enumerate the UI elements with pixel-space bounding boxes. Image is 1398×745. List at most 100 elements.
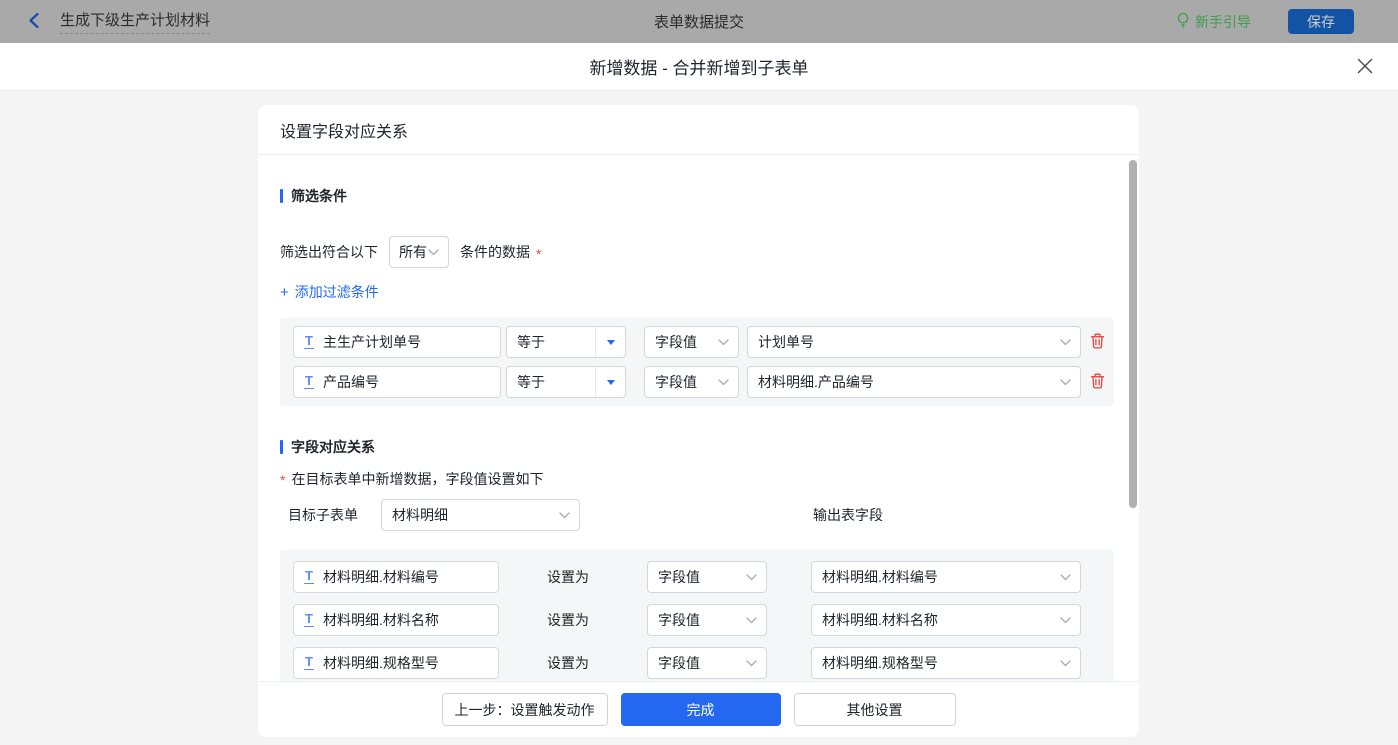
text-field-icon: T bbox=[304, 570, 314, 584]
chevron-down-icon bbox=[746, 660, 757, 667]
card-footer: 上一步：设置触发动作 完成 其他设置 bbox=[258, 681, 1139, 737]
operator-value: 等于 bbox=[507, 332, 595, 352]
value-type-value: 字段值 bbox=[645, 332, 718, 352]
section-accent-bar bbox=[280, 189, 283, 203]
compare-value-select[interactable]: 计划单号 bbox=[747, 326, 1081, 358]
filter-row: T 主生产计划单号 等于 字段值 计划单号 bbox=[293, 326, 1114, 358]
lightbulb-icon bbox=[1176, 12, 1190, 32]
mapping-section-heading: 字段对应关系 bbox=[280, 437, 1139, 457]
value-type-select[interactable]: 字段值 bbox=[644, 366, 739, 398]
filter-sentence: 筛选出符合以下 所有 条件的数据 * bbox=[280, 236, 1139, 268]
filter-field-select[interactable]: T 产品编号 bbox=[293, 366, 501, 398]
output-fields-label: 输出表字段 bbox=[813, 505, 883, 525]
required-asterisk: * bbox=[536, 246, 541, 262]
mapping-field-select[interactable]: T 材料明细.规格型号 bbox=[293, 647, 499, 679]
mapping-field-select[interactable]: T 材料明细.材料编号 bbox=[293, 561, 499, 593]
filter-section-heading: 筛选条件 bbox=[280, 186, 1139, 206]
chevron-down-icon bbox=[1060, 617, 1071, 624]
value-type-select[interactable]: 字段值 bbox=[647, 647, 767, 679]
beginner-guide-label: 新手引导 bbox=[1195, 12, 1251, 32]
chevron-down-icon bbox=[559, 512, 570, 519]
chevron-down-icon bbox=[1060, 339, 1071, 346]
output-field-value: 材料明细.规格型号 bbox=[812, 653, 1060, 673]
value-type-select[interactable]: 字段值 bbox=[647, 561, 767, 593]
field-mapping-card: 设置字段对应关系 筛选条件 筛选出符合以下 所有 条件的数据 * + bbox=[258, 105, 1139, 737]
mapping-rows-panel: T 材料明细.材料编号 设置为 字段值 材料明细.材料编号 bbox=[280, 550, 1114, 681]
target-subform-select[interactable]: 材料明细 bbox=[381, 499, 580, 531]
card-content: 筛选条件 筛选出符合以下 所有 条件的数据 * + 添加过滤条件 bbox=[258, 155, 1139, 681]
mapping-field-select[interactable]: T 材料明细.材料名称 bbox=[293, 604, 499, 636]
output-field-select[interactable]: 材料明细.材料编号 bbox=[811, 561, 1081, 593]
operator-dropdown-zone[interactable] bbox=[595, 367, 625, 397]
chevron-down-icon bbox=[746, 574, 757, 581]
dialog-body: 设置字段对应关系 筛选条件 筛选出符合以下 所有 条件的数据 * + bbox=[0, 91, 1398, 745]
mapping-note: * 在目标表单中新增数据，字段值设置如下 bbox=[280, 469, 1139, 489]
filter-row: T 产品编号 等于 字段值 材料明细.产品编号 bbox=[293, 366, 1114, 398]
compare-value: 材料明细.产品编号 bbox=[748, 372, 1060, 392]
trash-icon bbox=[1090, 333, 1105, 352]
card-scrollbar[interactable] bbox=[1129, 160, 1137, 508]
set-as-label: 设置为 bbox=[547, 610, 647, 630]
operator-value: 等于 bbox=[507, 372, 595, 392]
mapping-row: T 材料明细.材料编号 设置为 字段值 材料明细.材料编号 bbox=[293, 561, 1114, 593]
value-type-value: 字段值 bbox=[648, 610, 746, 630]
done-button[interactable]: 完成 bbox=[621, 693, 781, 726]
chevron-down-icon bbox=[746, 617, 757, 624]
trash-icon bbox=[1090, 373, 1105, 392]
chevron-down-icon bbox=[1060, 379, 1071, 386]
filter-field-select[interactable]: T 主生产计划单号 bbox=[293, 326, 501, 358]
value-type-select[interactable]: 字段值 bbox=[644, 326, 739, 358]
value-type-value: 字段值 bbox=[648, 653, 746, 673]
filter-field-name: 主生产计划单号 bbox=[323, 332, 421, 352]
required-asterisk: * bbox=[280, 472, 285, 488]
chevron-down-icon bbox=[718, 339, 729, 346]
match-mode-value: 所有 bbox=[390, 242, 428, 262]
mapping-row: T 材料明细.规格型号 设置为 字段值 材料明细.规格型号 bbox=[293, 647, 1114, 679]
card-title: 设置字段对应关系 bbox=[258, 105, 1139, 155]
set-as-label: 设置为 bbox=[547, 653, 647, 673]
mapping-field-name: 材料明细.材料编号 bbox=[323, 567, 439, 587]
previous-step-button[interactable]: 上一步：设置触发动作 bbox=[442, 693, 608, 726]
value-type-select[interactable]: 字段值 bbox=[647, 604, 767, 636]
operator-dropdown-zone[interactable] bbox=[595, 327, 625, 357]
delete-condition-button[interactable] bbox=[1089, 334, 1105, 351]
compare-value-select[interactable]: 材料明细.产品编号 bbox=[747, 366, 1081, 398]
target-subform-label: 目标子表单 bbox=[288, 505, 358, 525]
save-button[interactable]: 保存 bbox=[1288, 9, 1354, 34]
top-nav-bar: 生成下级生产计划材料 表单数据提交 新手引导 保存 bbox=[0, 0, 1398, 43]
text-field-icon: T bbox=[304, 375, 314, 389]
add-filter-condition-link[interactable]: + 添加过滤条件 bbox=[280, 282, 379, 302]
mapping-field-name: 材料明细.材料名称 bbox=[323, 610, 439, 630]
chevron-down-icon bbox=[1060, 660, 1071, 667]
target-subform-row: 目标子表单 材料明细 输出表字段 bbox=[288, 499, 1139, 531]
chevron-down-icon bbox=[1060, 574, 1071, 581]
compare-value: 计划单号 bbox=[748, 332, 1060, 352]
add-filter-condition-label: 添加过滤条件 bbox=[295, 282, 379, 302]
dialog-title: 新增数据 - 合并新增到子表单 bbox=[589, 54, 808, 79]
close-button[interactable] bbox=[1355, 57, 1375, 77]
beginner-guide-link[interactable]: 新手引导 bbox=[1176, 12, 1251, 32]
chevron-down-icon bbox=[428, 249, 439, 256]
output-field-select[interactable]: 材料明细.规格型号 bbox=[811, 647, 1081, 679]
delete-condition-button[interactable] bbox=[1089, 374, 1105, 391]
target-subform-value: 材料明细 bbox=[382, 505, 559, 525]
close-icon bbox=[1357, 58, 1373, 77]
plus-icon: + bbox=[280, 284, 289, 301]
value-type-value: 字段值 bbox=[645, 372, 718, 392]
output-field-select[interactable]: 材料明细.材料名称 bbox=[811, 604, 1081, 636]
operator-select[interactable]: 等于 bbox=[506, 366, 626, 398]
set-as-label: 设置为 bbox=[547, 567, 647, 587]
operator-select[interactable]: 等于 bbox=[506, 326, 626, 358]
match-mode-select[interactable]: 所有 bbox=[389, 236, 449, 268]
chevron-down-icon bbox=[718, 379, 729, 386]
filter-sentence-suffix: 条件的数据 bbox=[460, 242, 530, 262]
output-field-value: 材料明细.材料编号 bbox=[812, 567, 1060, 587]
dialog-header: 新增数据 - 合并新增到子表单 bbox=[0, 43, 1398, 91]
text-field-icon: T bbox=[304, 335, 314, 349]
mapping-heading-label: 字段对应关系 bbox=[291, 437, 375, 457]
mapping-field-name: 材料明细.规格型号 bbox=[323, 653, 439, 673]
triangle-down-icon bbox=[607, 340, 615, 345]
section-accent-bar bbox=[280, 440, 283, 454]
value-type-value: 字段值 bbox=[648, 567, 746, 587]
other-settings-button[interactable]: 其他设置 bbox=[794, 693, 956, 726]
